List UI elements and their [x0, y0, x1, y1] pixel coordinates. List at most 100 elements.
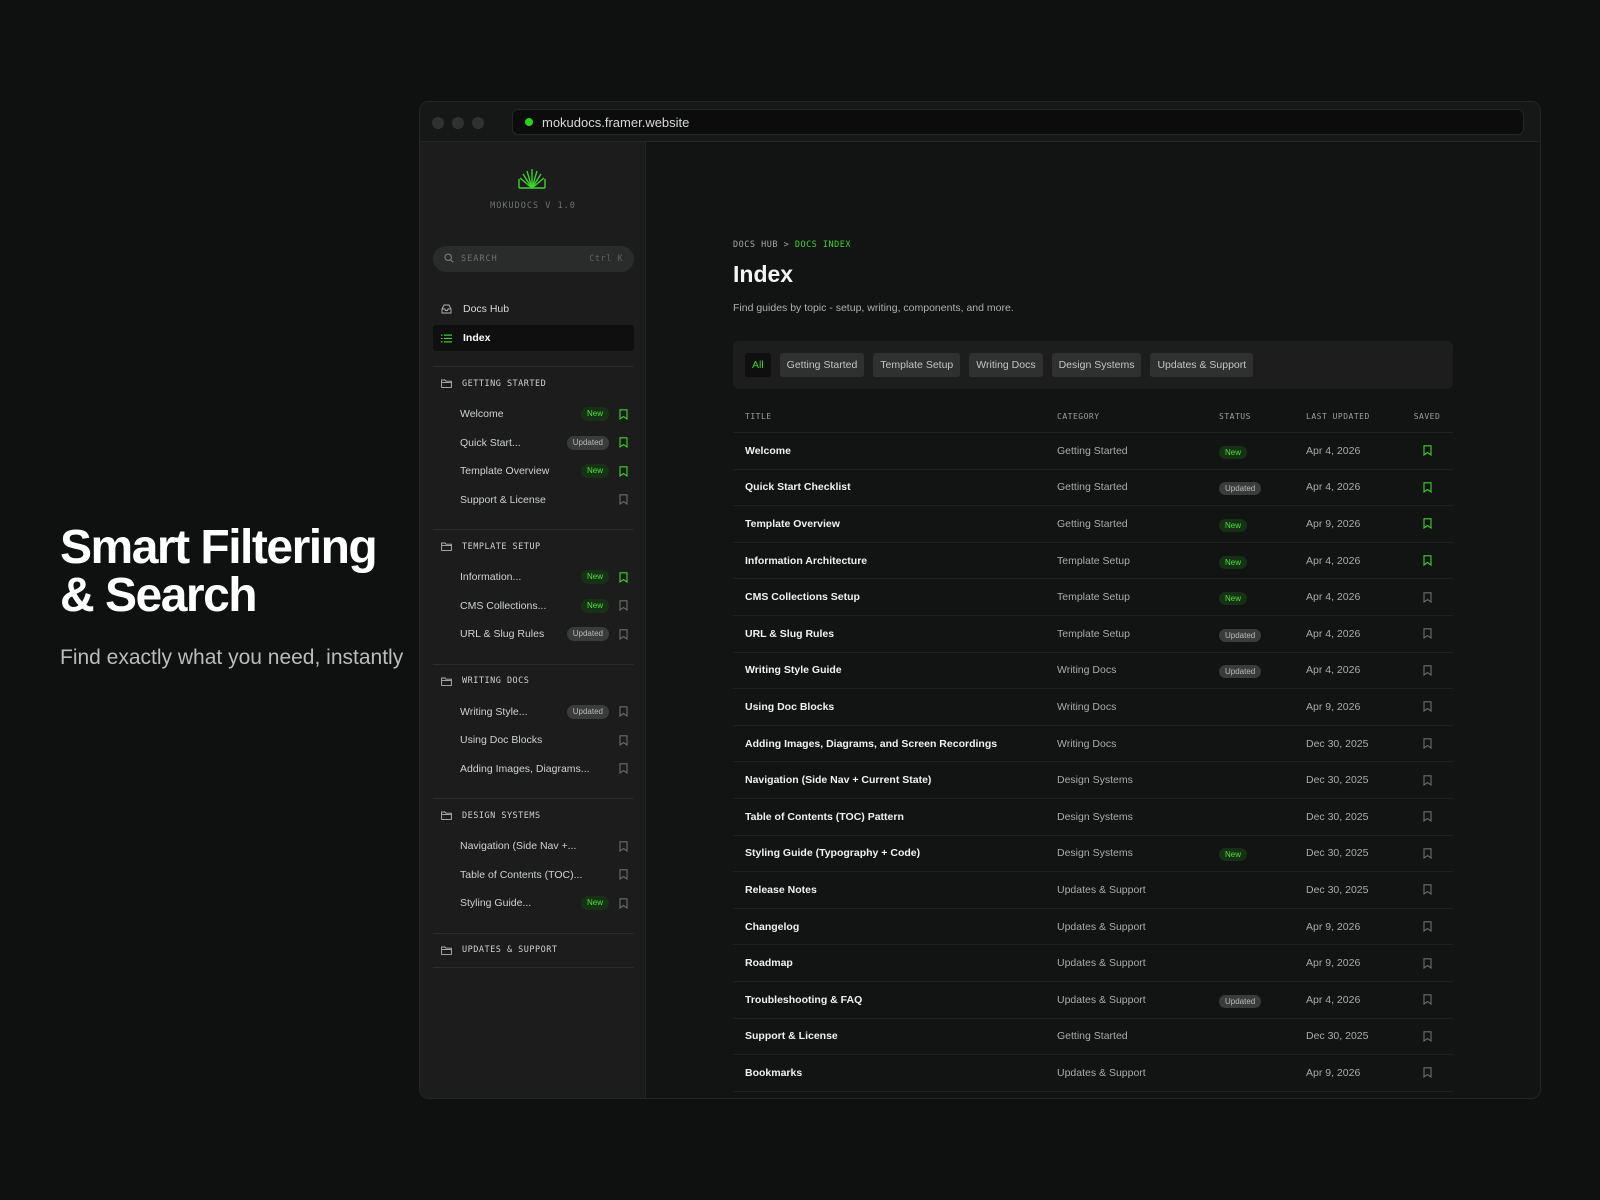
sidebar-item[interactable]: Using Doc Blocks — [433, 726, 634, 755]
bookmark-icon[interactable] — [1401, 628, 1453, 640]
bookmark-icon[interactable] — [618, 465, 628, 477]
bookmark-icon[interactable] — [1401, 701, 1453, 713]
sidebar-item[interactable]: Template Overview New — [433, 457, 634, 486]
doc-title-link[interactable]: Styling Guide (Typography + Code) — [733, 847, 1057, 859]
table-row[interactable]: Quick Start Checklist Getting Started Upda… — [733, 470, 1453, 507]
doc-title-link[interactable]: Release Notes — [733, 884, 1057, 896]
table-row[interactable]: CMS Collections Setup Template Setup New Ap… — [733, 579, 1453, 616]
column-header-last-updated[interactable]: LAST UPDATED — [1306, 412, 1401, 421]
sidebar-group-header[interactable]: GETTING STARTED — [433, 367, 634, 400]
bookmark-icon[interactable] — [1401, 848, 1453, 859]
table-row[interactable]: Information Architecture Template Setup Ne… — [733, 543, 1453, 580]
filter-chip[interactable]: Updates & Support — [1150, 353, 1254, 377]
table-row[interactable]: Roadmap Updates & Support Apr 9, 2026 — [733, 945, 1453, 982]
filter-chip[interactable]: Template Setup — [873, 353, 961, 377]
search-input[interactable]: SEARCH Ctrl K — [433, 246, 634, 272]
bookmark-icon[interactable] — [1401, 482, 1453, 493]
column-header-title[interactable]: TITLE — [733, 412, 1057, 421]
bookmark-icon[interactable] — [618, 897, 628, 909]
logo-icon[interactable] — [516, 166, 548, 197]
sidebar-item[interactable]: Quick Start... Updated — [433, 429, 634, 458]
bookmark-icon[interactable] — [1401, 445, 1453, 457]
bookmark-icon[interactable] — [1401, 591, 1453, 603]
sidebar-group-header[interactable]: TEMPLATE SETUP — [433, 530, 634, 563]
bookmark-icon[interactable] — [1401, 884, 1453, 896]
doc-title-link[interactable]: Bookmarks — [733, 1067, 1057, 1079]
close-window-dot[interactable] — [432, 117, 444, 129]
bookmark-icon[interactable] — [618, 628, 628, 640]
bookmark-icon[interactable] — [618, 437, 628, 449]
bookmark-icon[interactable] — [618, 840, 628, 852]
table-row[interactable]: Release Notes Updates & Support Dec 30, 20… — [733, 872, 1453, 909]
sidebar-item[interactable]: Adding Images, Diagrams... — [433, 755, 634, 784]
bookmark-icon[interactable] — [618, 869, 628, 881]
doc-title-link[interactable]: Template Overview — [733, 518, 1057, 530]
column-header-saved[interactable]: SAVED — [1401, 412, 1453, 421]
table-row[interactable]: Using Doc Blocks Writing Docs Apr 9, 2026 — [733, 689, 1453, 726]
sidebar-group-header[interactable]: DESIGN SYSTEMS — [433, 799, 634, 832]
sidebar-item[interactable]: Welcome New — [433, 400, 634, 429]
table-row[interactable]: Table of Contents (TOC) Pattern Design Sy… — [733, 799, 1453, 836]
bookmark-icon[interactable] — [1401, 811, 1453, 823]
bookmark-icon[interactable] — [1401, 774, 1453, 786]
table-row[interactable]: Navigation (Side Nav + Current State) Des… — [733, 762, 1453, 799]
minimize-window-dot[interactable] — [452, 117, 464, 129]
bookmark-icon[interactable] — [1401, 738, 1453, 750]
filter-chip[interactable]: Getting Started — [779, 353, 865, 377]
bookmark-icon[interactable] — [1401, 1067, 1453, 1079]
doc-title-link[interactable]: Welcome — [733, 445, 1057, 457]
table-row[interactable]: Welcome Getting Started New Apr 4, 2026 — [733, 433, 1453, 470]
breadcrumb-root[interactable]: DOCS HUB — [733, 240, 778, 250]
table-row[interactable]: URL & Slug Rules Template Setup Updated Apr… — [733, 616, 1453, 653]
table-row[interactable]: Troubleshooting & FAQ Updates & Support Up… — [733, 982, 1453, 1019]
table-row[interactable]: Support & License Getting Started Dec 30, … — [733, 1019, 1453, 1056]
doc-title-link[interactable]: Roadmap — [733, 957, 1057, 969]
filter-chip[interactable]: Writing Docs — [969, 353, 1043, 377]
doc-title-link[interactable]: URL & Slug Rules — [733, 628, 1057, 640]
bookmark-icon[interactable] — [618, 763, 628, 775]
sidebar-group-header[interactable]: UPDATES & SUPPORT — [433, 934, 634, 967]
bookmark-icon[interactable] — [1401, 957, 1453, 969]
table-row[interactable]: Adding Images, Diagrams, and Screen Reco… — [733, 726, 1453, 763]
bookmark-icon[interactable] — [1401, 1031, 1453, 1042]
maximize-window-dot[interactable] — [472, 117, 484, 129]
doc-title-link[interactable]: CMS Collections Setup — [733, 591, 1057, 603]
doc-title-link[interactable]: Troubleshooting & FAQ — [733, 994, 1057, 1006]
doc-title-link[interactable]: Quick Start Checklist — [733, 481, 1057, 493]
table-row[interactable]: Writing Style Guide Writing Docs Updated Ap… — [733, 653, 1453, 690]
doc-title-link[interactable]: Navigation (Side Nav + Current State) — [733, 774, 1057, 786]
bookmark-icon[interactable] — [1401, 921, 1453, 933]
bookmark-icon[interactable] — [1401, 994, 1453, 1006]
url-bar[interactable]: mokudocs.framer.website — [512, 109, 1524, 135]
bookmark-icon[interactable] — [618, 494, 628, 506]
filter-chip[interactable]: Design Systems — [1051, 353, 1142, 377]
sidebar-item[interactable]: CMS Collections... New — [433, 592, 634, 621]
sidebar-item[interactable]: Styling Guide... New — [433, 889, 634, 918]
bookmark-icon[interactable] — [618, 571, 628, 583]
bookmark-icon[interactable] — [618, 600, 628, 612]
sidebar-item[interactable]: Writing Style... Updated — [433, 698, 634, 727]
doc-title-link[interactable]: Support & License — [733, 1030, 1057, 1042]
table-row[interactable]: Bookmarks Updates & Support Apr 9, 2026 — [733, 1055, 1453, 1092]
bookmark-icon[interactable] — [1401, 555, 1453, 567]
sidebar-item-index[interactable]: Index — [433, 325, 634, 351]
doc-title-link[interactable]: Changelog — [733, 921, 1057, 933]
sidebar-item[interactable]: Navigation (Side Nav +... — [433, 832, 634, 861]
sidebar-item-docs-hub[interactable]: Docs Hub — [433, 296, 634, 322]
sidebar-item[interactable]: Table of Contents (TOC)... — [433, 861, 634, 890]
sidebar-group-header[interactable]: WRITING DOCS — [433, 665, 634, 698]
bookmark-icon[interactable] — [618, 706, 628, 718]
table-row[interactable]: Styling Guide (Typography + Code) Design … — [733, 836, 1453, 873]
column-header-status[interactable]: STATUS — [1219, 412, 1306, 421]
doc-title-link[interactable]: Table of Contents (TOC) Pattern — [733, 811, 1057, 823]
doc-title-link[interactable]: Using Doc Blocks — [733, 701, 1057, 713]
sidebar-item[interactable]: Support & License — [433, 486, 634, 515]
table-row[interactable]: Template Overview Getting Started New Apr 9… — [733, 506, 1453, 543]
column-header-category[interactable]: CATEGORY — [1057, 412, 1219, 421]
doc-title-link[interactable]: Adding Images, Diagrams, and Screen Reco… — [733, 738, 1057, 750]
bookmark-icon[interactable] — [618, 734, 628, 746]
table-row[interactable]: Changelog Updates & Support Apr 9, 2026 — [733, 909, 1453, 946]
doc-title-link[interactable]: Information Architecture — [733, 555, 1057, 567]
bookmark-icon[interactable] — [1401, 665, 1453, 676]
doc-title-link[interactable]: Writing Style Guide — [733, 664, 1057, 676]
